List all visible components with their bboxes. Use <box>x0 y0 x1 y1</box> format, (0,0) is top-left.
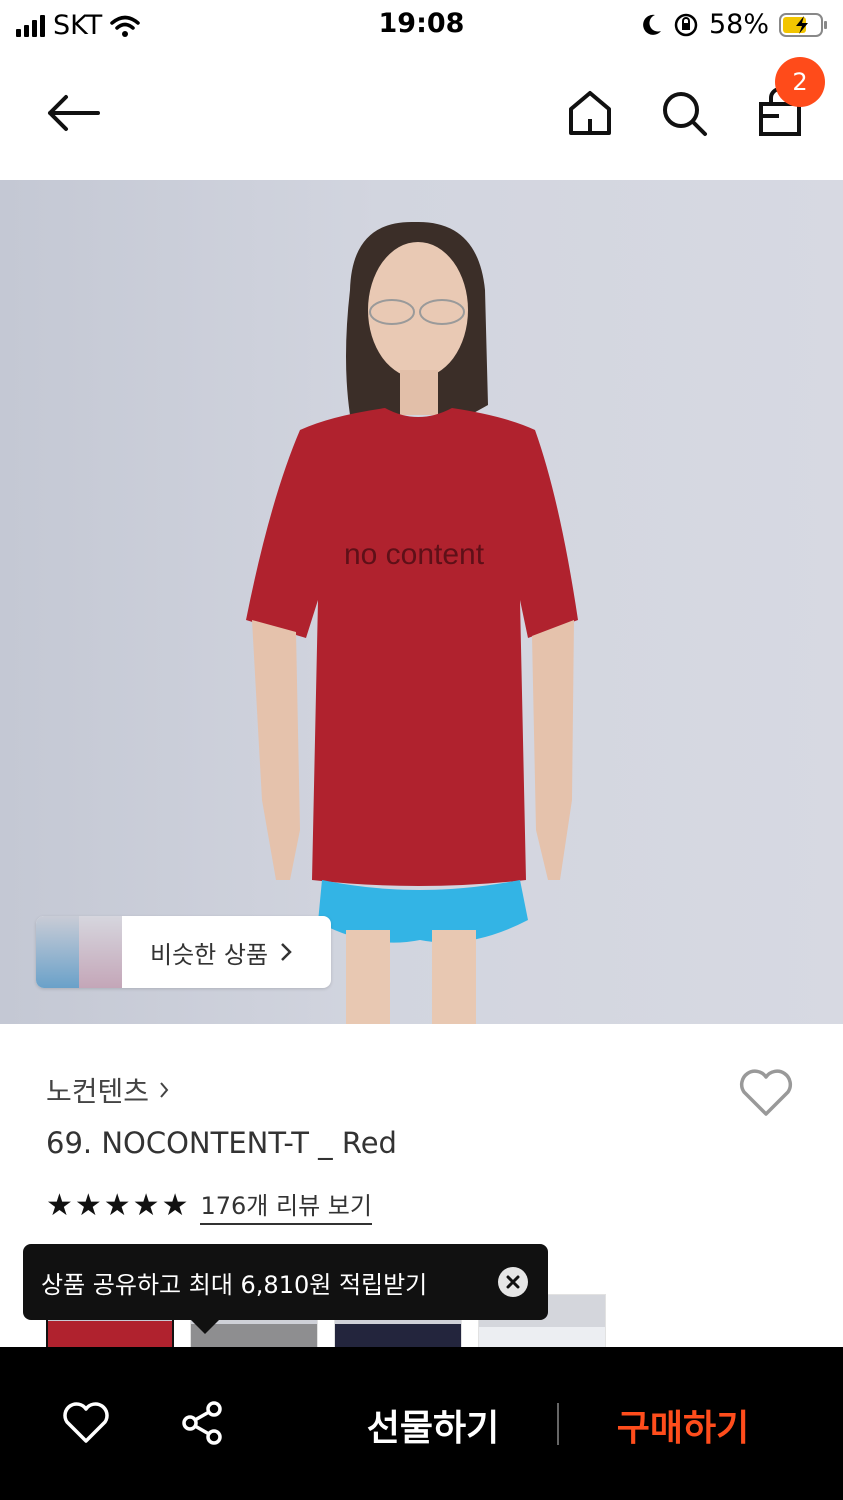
product-title: 69. NOCONTENT-T _ Red <box>46 1126 397 1160</box>
cart-count-badge: 2 <box>775 57 825 107</box>
tooltip-text: 상품 공유하고 최대 6,810원 적립받기 <box>41 1270 428 1299</box>
brand-link[interactable]: 노컨텐츠 <box>46 1070 169 1110</box>
similar-thumbnails <box>36 916 122 988</box>
star-rating: ★★★★★ <box>46 1188 191 1223</box>
buy-button[interactable]: 구매하기 <box>590 1399 776 1451</box>
svg-text:no content: no content <box>344 538 485 571</box>
review-link[interactable]: 176개 리뷰 보기 <box>200 1186 372 1225</box>
wishlist-button[interactable] <box>738 1068 794 1122</box>
model-illustration: no content <box>246 221 578 1024</box>
back-arrow-icon <box>48 95 100 131</box>
share-button[interactable] <box>174 1397 230 1449</box>
close-icon <box>506 1275 520 1289</box>
bottom-action-bar: 선물하기 구매하기 <box>0 1347 843 1500</box>
gift-button[interactable]: 선물하기 <box>340 1399 526 1451</box>
share-reward-tooltip: 상품 공유하고 최대 6,810원 적립받기 <box>23 1244 548 1334</box>
heart-icon <box>739 1069 793 1116</box>
heart-icon <box>63 1402 109 1443</box>
product-image[interactable]: no content <box>0 180 843 1024</box>
status-bar: SKT 19:08 58% <box>0 0 843 50</box>
bottom-divider <box>557 1403 559 1445</box>
top-navigation <box>0 50 843 180</box>
battery-icon <box>779 12 827 37</box>
search-button[interactable] <box>656 85 712 141</box>
moon-icon <box>643 14 661 35</box>
chevron-right-icon <box>160 1082 169 1098</box>
tooltip-close-button[interactable] <box>498 1267 528 1297</box>
similar-products-label-wrap: 비슷한 상품 <box>122 935 292 970</box>
status-right: 58% <box>641 9 829 40</box>
tooltip-tail <box>191 1320 219 1334</box>
rating-row: ★★★★★ 176개 리뷰 보기 <box>46 1186 372 1225</box>
similar-products-label: 비슷한 상품 <box>150 940 269 969</box>
search-icon <box>663 92 707 136</box>
brand-name: 노컨텐츠 <box>46 1075 150 1108</box>
chevron-right-icon <box>281 943 292 961</box>
rotation-lock-icon <box>674 13 698 36</box>
back-button[interactable] <box>40 85 104 141</box>
share-icon <box>182 1401 222 1445</box>
bottom-wishlist-button[interactable] <box>58 1397 114 1449</box>
home-icon <box>569 91 611 135</box>
similar-products-button[interactable]: 비슷한 상품 <box>36 916 331 988</box>
battery-percent: 58% <box>708 9 769 40</box>
home-button[interactable] <box>564 85 616 141</box>
